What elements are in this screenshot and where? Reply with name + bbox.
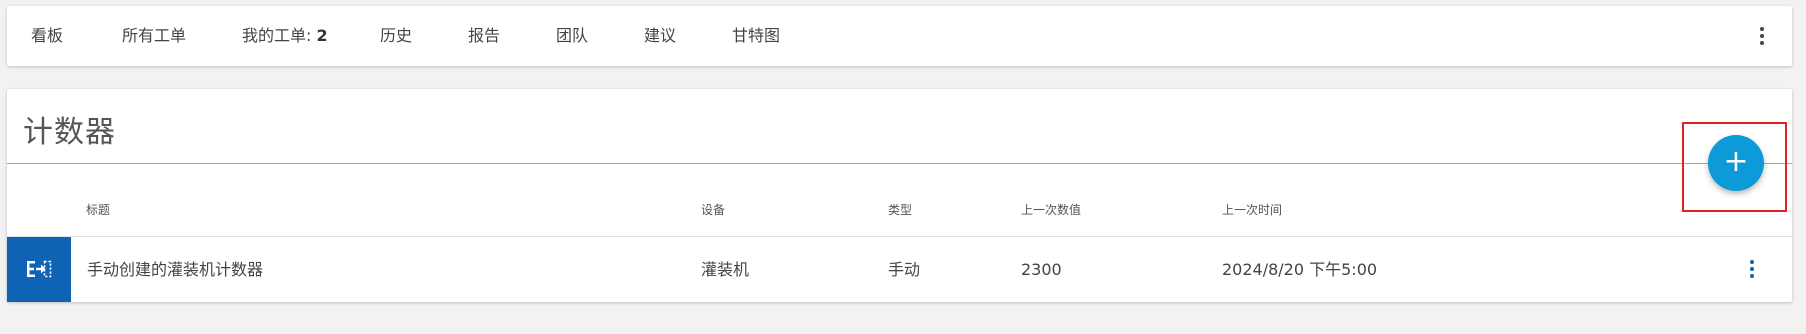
column-header-title[interactable]: 标题 [86,201,110,218]
tab-team[interactable]: 团队 [556,6,588,66]
row-equipment: 灌装机 [701,260,750,279]
row-more-vertical-icon[interactable] [1740,257,1764,281]
table-row[interactable]: 手动创建的灌装机计数器 灌装机 手动 2300 2024/8/20 下午5:00 [7,237,1792,302]
counter-input-icon [7,237,71,302]
tab-all-work-orders[interactable]: 所有工单 [122,6,186,66]
tab-my-work-orders-label: 我的工单: [242,26,317,45]
page-title: 计数器 [23,115,116,150]
row-last-value: 2300 [1021,260,1062,279]
row-last-time: 2024/8/20 下午5:00 [1222,260,1378,279]
column-header-last-time[interactable]: 上一次时间 [1222,201,1282,218]
column-header-equipment[interactable]: 设备 [701,201,725,218]
tab-suggestions[interactable]: 建议 [644,6,676,66]
tab-history[interactable]: 历史 [380,6,412,66]
row-title: 手动创建的灌装机计数器 [87,260,264,279]
tab-gantt[interactable]: 甘特图 [732,6,780,66]
tab-kanban[interactable]: 看板 [31,6,63,66]
tab-reports[interactable]: 报告 [468,6,500,66]
column-header-last-value[interactable]: 上一次数值 [1021,201,1081,218]
column-header-type[interactable]: 类型 [888,201,912,218]
add-counter-button[interactable]: + [1708,135,1764,191]
tab-my-work-orders[interactable]: 我的工单: 2 [242,6,328,66]
more-vertical-icon[interactable] [1750,24,1774,48]
title-divider [7,163,1792,164]
row-type: 手动 [888,260,921,279]
top-navbar: 看板 所有工单 我的工单: 2 历史 报告 团队 建议 甘特图 [7,6,1792,66]
my-work-orders-count: 2 [316,26,328,45]
counters-card: 计数器 标题 设备 类型 上一次数值 上一次时间 手动创建的灌装机计数器 灌装机… [7,89,1792,302]
